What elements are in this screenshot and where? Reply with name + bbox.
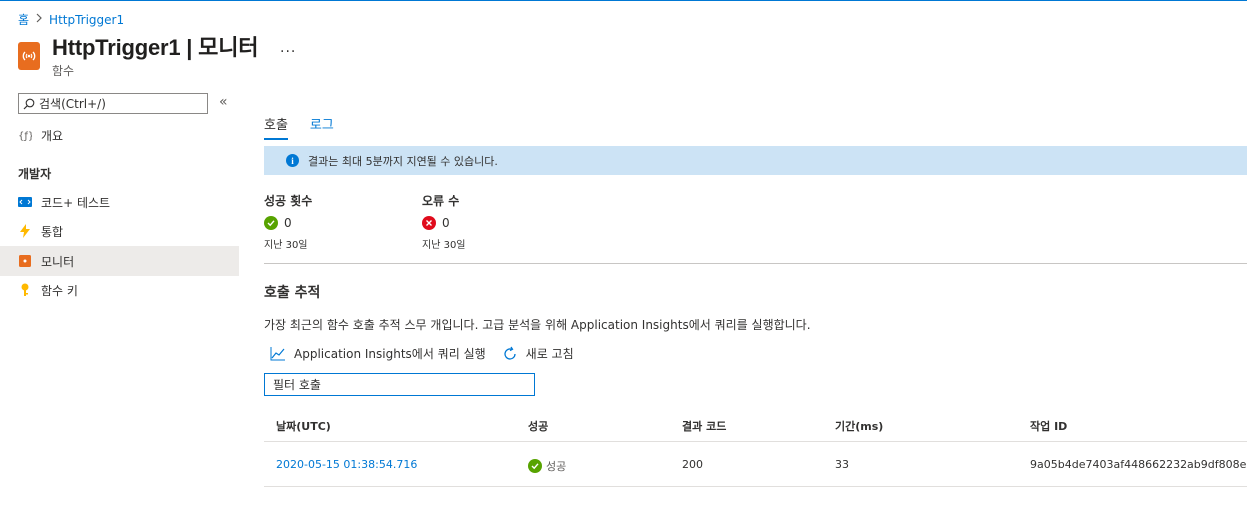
run-query-label: Application Insights에서 쿼리 실행: [294, 347, 486, 361]
refresh-label: 새로 고침: [525, 347, 574, 361]
stat-period: 지난 30일: [422, 240, 466, 251]
duration-cell: 33: [835, 458, 849, 471]
run-query-button[interactable]: Application Insights에서 쿼리 실행: [270, 345, 486, 362]
page-title: HttpTrigger1 | 모니터: [52, 35, 259, 60]
stat-label: 성공 횟수: [264, 194, 313, 208]
column-header-success[interactable]: 성공: [528, 418, 548, 434]
tab-invocations[interactable]: 호출: [264, 114, 288, 140]
error-x-icon: [422, 216, 436, 230]
success-count-stat: 성공 횟수 0 지난 30일: [264, 192, 312, 251]
stat-value: 0: [284, 216, 292, 230]
column-header-result-code[interactable]: 결과 코드: [682, 418, 726, 434]
svg-text:{ƒ}: {ƒ}: [18, 131, 32, 141]
lightning-icon: [18, 224, 32, 238]
info-banner-text: 결과는 최대 5분까지 지연될 수 있습니다.: [308, 154, 498, 168]
column-header-date[interactable]: 날짜(UTC): [276, 418, 331, 434]
stat-label: 오류 수: [422, 194, 460, 208]
operation-id-cell: 9a05b4de7403af448662232ab9df808e: [1030, 458, 1247, 471]
error-count-stat: 오류 수 0 지난 30일: [422, 192, 466, 251]
command-bar: Application Insights에서 쿼리 실행 새로 고침: [270, 345, 590, 362]
success-check-icon: [264, 216, 278, 230]
sidebar-item-label: 함수 키: [41, 283, 78, 298]
refresh-icon: [504, 346, 516, 360]
breadcrumb-current[interactable]: HttpTrigger1: [49, 13, 124, 27]
table-row-divider: [264, 486, 1247, 487]
sidebar-item-code-test[interactable]: 코드+ 테스트: [0, 187, 239, 217]
section-title: 호출 추적: [264, 285, 321, 301]
more-options-button[interactable]: ···: [280, 44, 296, 60]
result-code-cell: 200: [682, 458, 703, 471]
invocation-success-cell: 성공: [528, 458, 566, 474]
top-accent-line: [0, 0, 1247, 1]
sidebar-item-function-keys[interactable]: 함수 키: [0, 275, 239, 305]
sidebar-item-label: 모니터: [41, 254, 75, 269]
sidebar-item-integration[interactable]: 통합: [0, 216, 239, 246]
key-icon: [18, 283, 32, 297]
chevron-right-icon: [35, 13, 43, 26]
column-header-operation-id[interactable]: 작업 ID: [1030, 418, 1067, 434]
info-banner: i 결과는 최대 5분까지 지연될 수 있습니다.: [264, 146, 1247, 175]
column-header-duration[interactable]: 기간(ms): [835, 418, 883, 434]
section-description: 가장 최근의 함수 호출 추적 스무 개입니다. 고급 분석을 위해 Appli…: [264, 318, 811, 332]
page-header: HttpTrigger1 | 모니터 함수: [18, 34, 258, 79]
sidebar-item-overview[interactable]: {ƒ} 개요: [0, 120, 239, 150]
invocation-date-link[interactable]: 2020-05-15 01:38:54.716: [276, 458, 417, 471]
chart-line-icon: [270, 346, 285, 360]
success-check-icon: [528, 459, 542, 473]
function-app-icon: [18, 42, 40, 70]
breadcrumb-home[interactable]: 홈: [18, 11, 29, 28]
tab-logs[interactable]: 로그: [310, 114, 334, 140]
tab-bar: 호출 로그: [264, 114, 356, 140]
filter-invocations-input[interactable]: [264, 373, 535, 396]
sidebar-search[interactable]: [18, 93, 208, 114]
sidebar-item-label: 코드+ 테스트: [41, 195, 111, 210]
refresh-button[interactable]: 새로 고침: [502, 345, 574, 362]
search-input[interactable]: [39, 96, 199, 111]
function-overview-icon: {ƒ}: [18, 128, 32, 142]
monitor-icon: [18, 254, 32, 268]
sidebar-group-developer: 개발자: [18, 167, 52, 181]
collapse-sidebar-button[interactable]: «: [219, 94, 228, 110]
search-icon: [23, 98, 35, 109]
table-header-divider: [264, 441, 1247, 442]
section-divider: [264, 263, 1247, 264]
page-subtitle: 함수: [52, 64, 75, 78]
breadcrumb: 홈 HttpTrigger1: [18, 11, 124, 28]
code-test-icon: [18, 195, 32, 209]
stat-value: 0: [442, 216, 450, 230]
sidebar-item-monitor[interactable]: 모니터: [0, 246, 239, 276]
success-text: 성공: [546, 460, 567, 473]
stat-period: 지난 30일: [264, 240, 308, 251]
info-icon: i: [286, 154, 299, 167]
sidebar-item-label: 통합: [41, 224, 64, 239]
sidebar-item-label: 개요: [41, 128, 64, 143]
